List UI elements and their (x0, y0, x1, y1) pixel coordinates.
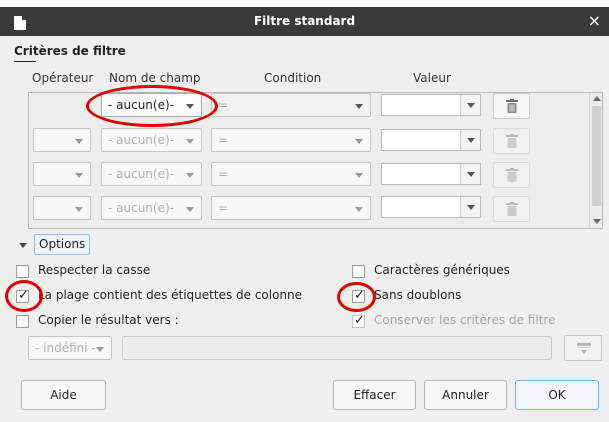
shrink-dialog-icon (577, 343, 591, 354)
condition-value-4: = (218, 201, 229, 215)
trash-icon (506, 202, 518, 216)
chevron-down-icon (75, 207, 83, 212)
field-name-value-4: - aucun(e)- (108, 201, 174, 215)
value-dropdown-button-3[interactable] (460, 164, 480, 184)
chevron-down-icon (186, 173, 194, 178)
wildcards-label: Caractères génériques (374, 263, 510, 277)
keep-criteria-label: Conserver les critères de filtre (374, 313, 556, 327)
highlight-no-duplicates-checkbox (337, 282, 376, 312)
scroll-down-icon[interactable] (593, 219, 601, 224)
ok-button[interactable]: OK (515, 380, 599, 410)
case-sensitive-checkbox[interactable] (16, 265, 29, 278)
condition-value-1: = (218, 98, 229, 112)
case-sensitive-label: Respecter la casse (38, 263, 151, 277)
chevron-down-icon (75, 173, 83, 178)
criteria-scrollbar[interactable] (589, 93, 602, 228)
value-combo-4[interactable] (381, 196, 481, 218)
reset-button-label: Effacer (353, 388, 396, 402)
value-combo-2[interactable] (381, 129, 481, 151)
wildcards-checkbox[interactable] (352, 265, 365, 278)
highlight-range-headers-checkbox (5, 280, 43, 312)
condition-combo-3[interactable]: = (211, 162, 371, 186)
section-title-underline (14, 61, 36, 62)
delete-row-button-1[interactable] (493, 93, 530, 119)
cancel-button-label: Annuler (442, 388, 489, 402)
no-duplicates-label: Sans doublons (374, 288, 462, 302)
header-operator: Opérateur (32, 71, 94, 85)
keep-criteria-checkbox[interactable] (352, 313, 365, 328)
trash-icon (506, 134, 518, 148)
chevron-down-icon (355, 104, 363, 109)
value-dropdown-button-2[interactable] (460, 130, 480, 150)
ok-button-label: OK (548, 388, 566, 402)
condition-value-2: = (218, 133, 229, 147)
value-combo-1[interactable] (381, 94, 481, 116)
value-dropdown-button-1[interactable] (460, 95, 480, 115)
field-name-combo-4[interactable]: - aucun(e)- (101, 196, 202, 220)
field-name-value-2: - aucun(e)- (108, 133, 174, 147)
chevron-down-icon (75, 139, 83, 144)
title-bar: Filtre standard × (0, 7, 609, 36)
range-has-headers-label: La plage contient des étiquettes de colo… (38, 288, 303, 302)
chevron-down-icon (96, 347, 104, 352)
chevron-down-icon (186, 139, 194, 144)
criteria-section-title: Critères de filtre (14, 44, 126, 58)
header-condition: Condition (264, 71, 322, 85)
window-title: Filtre standard (253, 14, 356, 28)
header-value: Valeur (413, 71, 451, 85)
trash-icon (506, 99, 518, 113)
header-field-name: Nom de champ (109, 71, 201, 85)
copy-results-label: Copier le résultat vers : (38, 313, 179, 327)
cancel-button[interactable]: Annuler (424, 380, 507, 410)
delete-row-button-3[interactable] (493, 162, 530, 188)
options-expander[interactable]: Options (14, 234, 91, 256)
close-icon[interactable]: × (588, 11, 601, 30)
field-name-value-3: - aucun(e)- (108, 167, 174, 181)
copy-results-checkbox[interactable] (16, 315, 29, 328)
operator-combo-2[interactable] (33, 128, 91, 152)
shrink-dialog-button[interactable] (564, 335, 602, 361)
options-label: Options (34, 234, 91, 255)
destination-selected: - indéfini - (35, 341, 96, 355)
destination-input[interactable] (122, 336, 552, 360)
condition-combo-4[interactable]: = (211, 196, 371, 220)
scroll-up-icon[interactable] (593, 96, 601, 101)
trash-icon (506, 168, 518, 182)
help-button-label: Aide (50, 388, 77, 402)
condition-combo-1[interactable]: = (211, 93, 371, 117)
scrollbar-thumb[interactable] (592, 106, 601, 206)
field-name-combo-2[interactable]: - aucun(e)- (101, 128, 202, 152)
condition-combo-2[interactable]: = (211, 128, 371, 152)
reset-button[interactable]: Effacer (333, 380, 416, 410)
chevron-down-icon (355, 139, 363, 144)
value-dropdown-button-4[interactable] (460, 197, 480, 217)
value-combo-3[interactable] (381, 163, 481, 185)
highlight-field-name (86, 85, 218, 127)
chevron-down-icon (186, 207, 194, 212)
delete-row-button-4[interactable] (493, 196, 530, 222)
field-name-combo-3[interactable]: - aucun(e)- (101, 162, 202, 186)
chevron-down-icon (355, 173, 363, 178)
destination-combo[interactable]: - indéfini - (28, 336, 112, 360)
background-strip (0, 0, 609, 7)
help-button[interactable]: Aide (21, 380, 106, 410)
chevron-down-icon (355, 207, 363, 212)
triangle-down-icon (19, 243, 27, 248)
operator-combo-3[interactable] (33, 162, 91, 186)
condition-value-3: = (218, 167, 229, 181)
delete-row-button-2[interactable] (493, 128, 530, 154)
operator-combo-4[interactable] (33, 196, 91, 220)
